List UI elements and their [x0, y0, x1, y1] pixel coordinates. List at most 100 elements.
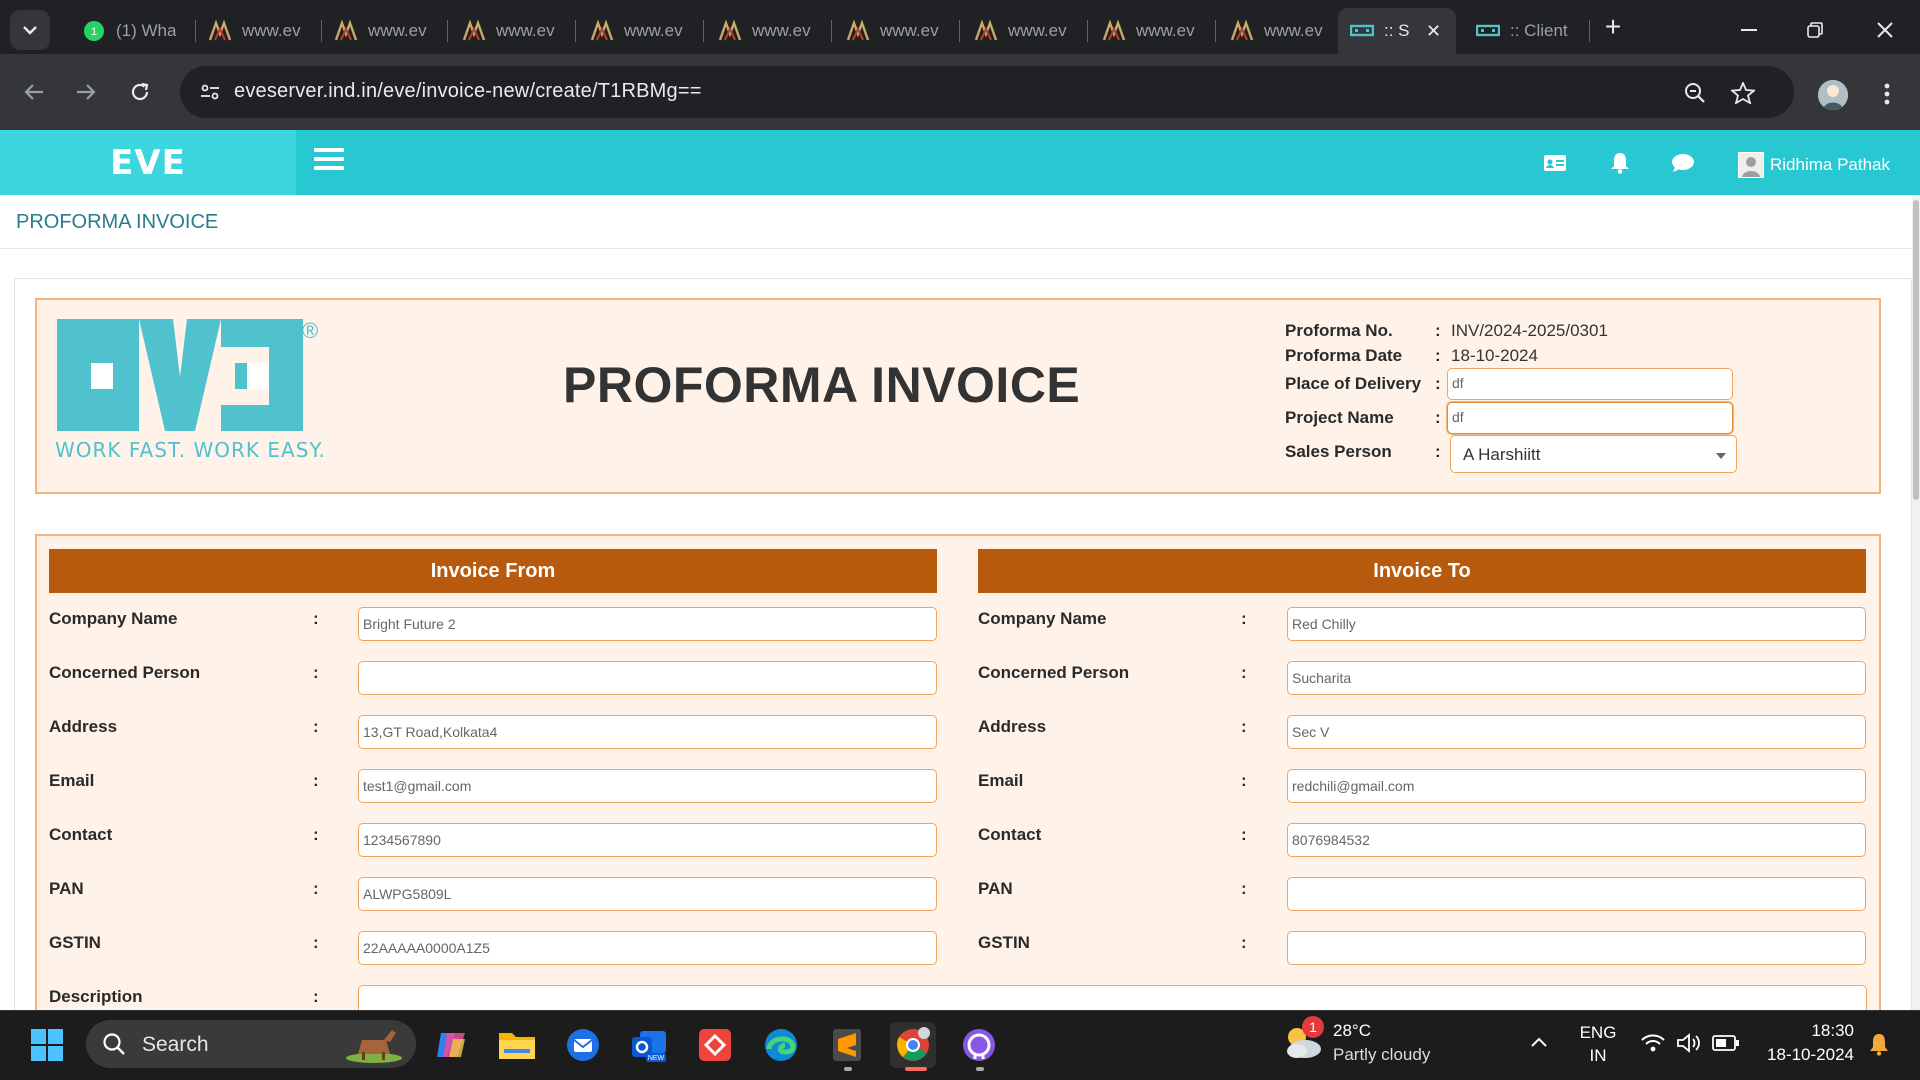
browser-tab[interactable]: www.ev [1218, 8, 1344, 54]
url-text[interactable]: eveserver.ind.in/eve/invoice-new/create/… [234, 80, 702, 103]
site-logo-icon [462, 19, 486, 43]
browser-tab[interactable]: www.ev [962, 8, 1088, 54]
browser-tab[interactable]: 1 (1) Wha [70, 8, 196, 54]
sales-person-select[interactable]: A Harshiitt [1450, 435, 1737, 473]
colon: : [1241, 609, 1247, 628]
search-highlight-icon [346, 1030, 402, 1063]
browser-tab[interactable]: www.ev [578, 8, 704, 54]
clock-time[interactable]: 18:30 [1758, 1021, 1854, 1041]
site-logo-icon [208, 19, 232, 43]
colon: : [1435, 408, 1441, 427]
weather-description[interactable]: Partly cloudy [1333, 1045, 1430, 1065]
page-scrollbar[interactable] [1912, 195, 1920, 1010]
wifi-icon[interactable] [1640, 1033, 1666, 1053]
browser-tab[interactable]: www.ev [1090, 8, 1216, 54]
new-tab-button[interactable]: + [1598, 11, 1628, 42]
sublime-text-icon[interactable] [824, 1022, 870, 1068]
to-company-input[interactable]: Red Chilly [1287, 607, 1866, 641]
tab-title: www.ev [880, 21, 939, 40]
colon: : [313, 609, 319, 628]
browser-menu-icon[interactable] [1872, 76, 1902, 112]
id-card-icon[interactable] [1540, 148, 1570, 178]
outlook-icon[interactable]: NEW [626, 1022, 672, 1068]
app-header: EVE [0, 130, 1920, 195]
place-of-delivery-input[interactable]: df [1447, 368, 1733, 400]
chevron-up-icon[interactable] [1530, 1036, 1548, 1048]
bookmark-star-icon[interactable] [1728, 78, 1758, 108]
to-pan-input[interactable] [1287, 877, 1866, 911]
to-contact-input[interactable]: 8076984532 [1287, 823, 1866, 857]
address-bar[interactable]: eveserver.ind.in/eve/invoice-new/create/… [180, 66, 1794, 118]
volume-icon[interactable] [1676, 1032, 1702, 1054]
battery-icon[interactable] [1712, 1034, 1740, 1052]
colon: : [1435, 346, 1441, 365]
close-window-button[interactable] [1860, 10, 1910, 50]
browser-tab[interactable]: www.ev [196, 8, 322, 54]
forward-button[interactable] [68, 74, 104, 110]
chat-icon[interactable] [1668, 148, 1698, 178]
site-settings-icon[interactable] [196, 78, 224, 106]
running-indicator [844, 1067, 852, 1071]
edge-icon[interactable] [758, 1022, 804, 1068]
thunderbird-icon[interactable] [560, 1022, 606, 1068]
minimize-button[interactable] [1724, 10, 1774, 50]
project-name-label: Project Name [1285, 408, 1394, 427]
to-email-input[interactable]: redchili@gmail.com [1287, 769, 1866, 803]
browser-tab[interactable]: www.ev [706, 8, 832, 54]
browser-tab[interactable]: :: Client [1464, 8, 1590, 54]
file-explorer-icon[interactable] [494, 1022, 540, 1068]
browser-tab[interactable]: www.ev [450, 8, 576, 54]
from-person-input[interactable] [358, 661, 937, 695]
from-company-input[interactable]: Bright Future 2 [358, 607, 937, 641]
page-title: PROFORMA INVOICE [16, 211, 219, 233]
copilot-icon[interactable] [428, 1022, 474, 1068]
tab-separator [831, 20, 832, 42]
tab-search-button[interactable] [10, 10, 50, 50]
site-logo-icon [590, 19, 614, 43]
from-gstin-input[interactable]: 22AAAAA0000A1Z5 [358, 931, 937, 965]
tab-title: www.ev [496, 21, 555, 40]
language-region[interactable]: IN [1578, 1046, 1618, 1066]
chrome-icon[interactable] [890, 1022, 936, 1068]
weather-temperature[interactable]: 28°C [1333, 1021, 1371, 1041]
close-tab-icon[interactable]: ✕ [1426, 21, 1441, 42]
github-desktop-icon[interactable] [956, 1022, 1002, 1068]
menu-toggle-icon[interactable] [314, 148, 344, 174]
to-person-input[interactable]: Sucharita [1287, 661, 1866, 695]
user-avatar[interactable] [1738, 152, 1764, 178]
browser-tab-active[interactable]: :: S ✕ [1338, 8, 1456, 54]
reload-icon [131, 82, 149, 101]
browser-tab[interactable]: www.ev [322, 8, 448, 54]
clock-date[interactable]: 18-10-2024 [1758, 1045, 1854, 1065]
browser-tab[interactable]: www.ev [834, 8, 960, 54]
notification-bell-icon[interactable] [1868, 1032, 1890, 1056]
language-indicator[interactable]: ENG [1578, 1023, 1618, 1043]
invoice-to-header: Invoice To [978, 549, 1866, 593]
tab-title: www.ev [1136, 21, 1195, 40]
invoice-from-header: Invoice From [49, 549, 937, 593]
bell-icon[interactable] [1605, 148, 1635, 178]
reload-button[interactable] [122, 74, 158, 110]
brand-logo[interactable]: EVE [0, 130, 296, 195]
tab-separator [1589, 20, 1590, 42]
user-name[interactable]: Ridhima Pathak [1770, 155, 1890, 175]
tab-separator [447, 20, 448, 42]
start-button[interactable] [24, 1022, 70, 1068]
place-of-delivery-label: Place of Delivery [1285, 374, 1422, 393]
zoom-icon[interactable] [1680, 78, 1710, 108]
back-button[interactable] [16, 74, 52, 110]
from-contact-input[interactable]: 1234567890 [358, 823, 937, 857]
anydesk-icon[interactable] [692, 1022, 738, 1068]
from-pan-input[interactable]: ALWPG5809L [358, 877, 937, 911]
restore-button[interactable] [1790, 10, 1840, 50]
scrollbar-thumb[interactable] [1913, 200, 1919, 500]
tab-title: :: Client [1510, 21, 1568, 40]
from-email-input[interactable]: test1@gmail.com [358, 769, 937, 803]
to-gstin-label: GSTIN [978, 933, 1030, 952]
to-gstin-input[interactable] [1287, 931, 1866, 965]
from-address-input[interactable]: 13,GT Road,Kolkata4 [358, 715, 937, 749]
site-logo-icon [846, 19, 870, 43]
profile-avatar[interactable] [1818, 80, 1848, 110]
project-name-input[interactable]: df [1447, 402, 1733, 434]
to-address-input[interactable]: Sec V [1287, 715, 1866, 749]
